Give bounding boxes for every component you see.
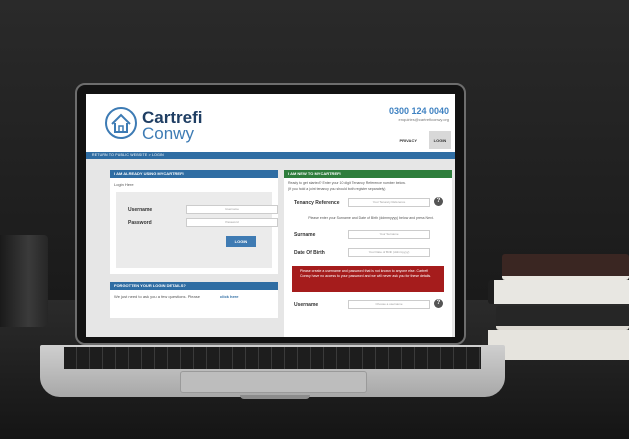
surname-input[interactable]: Your Surname: [348, 230, 430, 239]
laptop-notch: [240, 395, 310, 399]
login-button[interactable]: LOGIN: [226, 236, 256, 247]
tenancy-label: Tenancy Reference: [294, 200, 340, 206]
help-icon[interactable]: ?: [434, 197, 443, 206]
brand-name-secondary: Conwy: [142, 124, 194, 143]
password-input[interactable]: Password: [186, 218, 278, 227]
login-subtitle: Login Here: [114, 182, 134, 187]
privacy-link[interactable]: PRIVACY: [400, 138, 417, 143]
login-panel-title: I AM ALREADY USING MYCARTREFI: [110, 170, 278, 178]
password-label: Password: [128, 220, 152, 226]
breadcrumb[interactable]: RETURN TO PUBLIC WEBSITE > LOGIN: [92, 153, 164, 157]
register-panel-title: I AM NEW TO MYCARTREFI: [284, 170, 452, 178]
click-here-link[interactable]: click here: [220, 294, 238, 299]
touchpad: [180, 371, 367, 393]
register-intro: Ready to get started? Enter your 10 digi…: [288, 181, 406, 185]
username-label: Username: [128, 207, 153, 213]
login-link[interactable]: LOGIN: [429, 131, 451, 149]
surname-label: Surname: [294, 232, 316, 238]
register-intro-note: (If you hold a joint tenancy you should …: [288, 187, 386, 191]
forgot-panel: FORGOTTEN YOUR LOGIN DETAILS? We just ne…: [110, 282, 278, 318]
forgot-panel-title: FORGOTTEN YOUR LOGIN DETAILS?: [110, 282, 278, 290]
nav-bar: RETURN TO PUBLIC WEBSITE > LOGIN: [86, 152, 455, 159]
register-panel: I AM NEW TO MYCARTREFI Ready to get star…: [284, 170, 452, 337]
laptop-screen: Cartrefi Conwy 0300 124 0040 enquiries@c…: [86, 94, 455, 337]
house-logo-icon: [105, 107, 137, 139]
username-input[interactable]: Username: [186, 205, 278, 214]
dob-label: Date Of Birth: [294, 250, 325, 256]
site-header: Cartrefi Conwy 0300 124 0040 enquiries@c…: [86, 94, 455, 152]
email-link[interactable]: enquiries@cartreficonwy.org: [399, 117, 449, 122]
phone-number: 0300 124 0040: [388, 106, 449, 116]
forgot-text: We just need to ask you a few questions.…: [114, 294, 200, 299]
instructions-text: Please enter your Surname and Date of Bi…: [308, 216, 434, 220]
mug: [0, 235, 48, 327]
dob-input[interactable]: Your Date of Birth (ddmmyyyy): [348, 248, 430, 257]
choose-username-input[interactable]: Choose a username: [348, 300, 430, 309]
warning-banner: Please create a username and password th…: [292, 266, 444, 292]
book: [488, 280, 629, 304]
tenancy-input[interactable]: Your Tenancy Reference: [348, 198, 430, 207]
help-icon[interactable]: ?: [434, 299, 443, 308]
keyboard: [64, 347, 481, 369]
choose-username-label: Username: [294, 302, 319, 308]
book: [496, 306, 629, 330]
login-panel: I AM ALREADY USING MYCARTREFI Login Here…: [110, 170, 278, 274]
book: [502, 254, 629, 280]
login-form: Username Username Password Password LOGI…: [116, 192, 278, 268]
